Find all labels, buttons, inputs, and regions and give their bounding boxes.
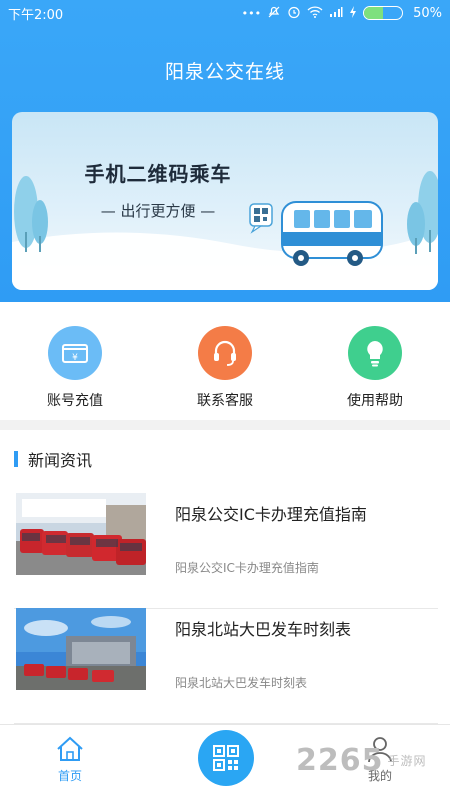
battery-percent: 50% [413,5,442,21]
qr-code-icon [213,745,239,771]
help-button[interactable]: 使用帮助 [310,302,440,420]
app-header: 下午2:00 ••• 50% 阳泉公交在线 手机二维码乘车 — 出行更方便 — [0,0,450,302]
charging-icon [349,6,357,20]
status-bar: 下午2:00 ••• 50% [0,0,450,26]
banner-subtitle: — 出行更方便 — [100,202,216,220]
site-watermark: 2265 手游网 [296,740,427,780]
news-item[interactable]: 阳泉公交IC卡办理充值指南 阳泉公交IC卡办理充值指南 [0,493,450,609]
signal-icon [329,6,343,20]
wifi-icon [307,6,323,20]
home-icon [57,736,83,761]
svg-text:¥: ¥ [72,353,78,363]
news-thumbnail [16,608,146,690]
status-icons: ••• 50% [242,5,442,21]
battery-level-fill [364,7,384,19]
section-divider [0,420,450,430]
news-headline: 阳泉北站大巴发车时刻表 [175,620,352,639]
tab-home[interactable]: 首页 [30,735,110,784]
customer-service-button[interactable]: 联系客服 [160,302,290,420]
news-summary: 阳泉北站大巴发车时刻表 [175,676,308,690]
headset-icon [198,326,252,380]
alarm-icon [287,5,301,21]
status-time: 下午2:00 [8,7,64,23]
scan-qr-button[interactable] [198,730,254,786]
banner-headline: 手机二维码乘车 [84,162,232,186]
help-label: 使用帮助 [347,393,403,409]
lightbulb-icon [348,326,402,380]
news-section-header: 新闻资讯 [14,448,92,470]
watermark-suffix: 手游网 [387,753,427,768]
news-summary: 阳泉公交IC卡办理充值指南 [175,561,319,575]
recharge-label: 账号充值 [47,393,103,409]
wallet-icon: ¥ [48,326,102,380]
news-section-title: 新闻资讯 [28,451,93,470]
battery-indicator [363,6,404,20]
customer-service-label: 联系客服 [197,393,253,409]
news-thumbnail [16,493,146,575]
mute-icon [267,5,281,21]
page-title: 阳泉公交在线 [164,61,285,83]
news-headline: 阳泉公交IC卡办理充值指南 [175,505,367,524]
section-accent-bar [14,451,18,467]
news-item[interactable]: 阳泉北站大巴发车时刻表 阳泉北站大巴发车时刻表 [0,608,450,724]
tab-home-label: 首页 [57,769,82,783]
watermark-number: 2265 [296,742,384,778]
more-dots-icon: ••• [241,6,262,20]
promo-banner[interactable]: 手机二维码乘车 — 出行更方便 — [12,112,438,290]
recharge-button[interactable]: ¥ 账号充值 [10,302,140,420]
quick-actions: ¥ 账号充值 联系客服 使用帮助 [0,302,450,420]
